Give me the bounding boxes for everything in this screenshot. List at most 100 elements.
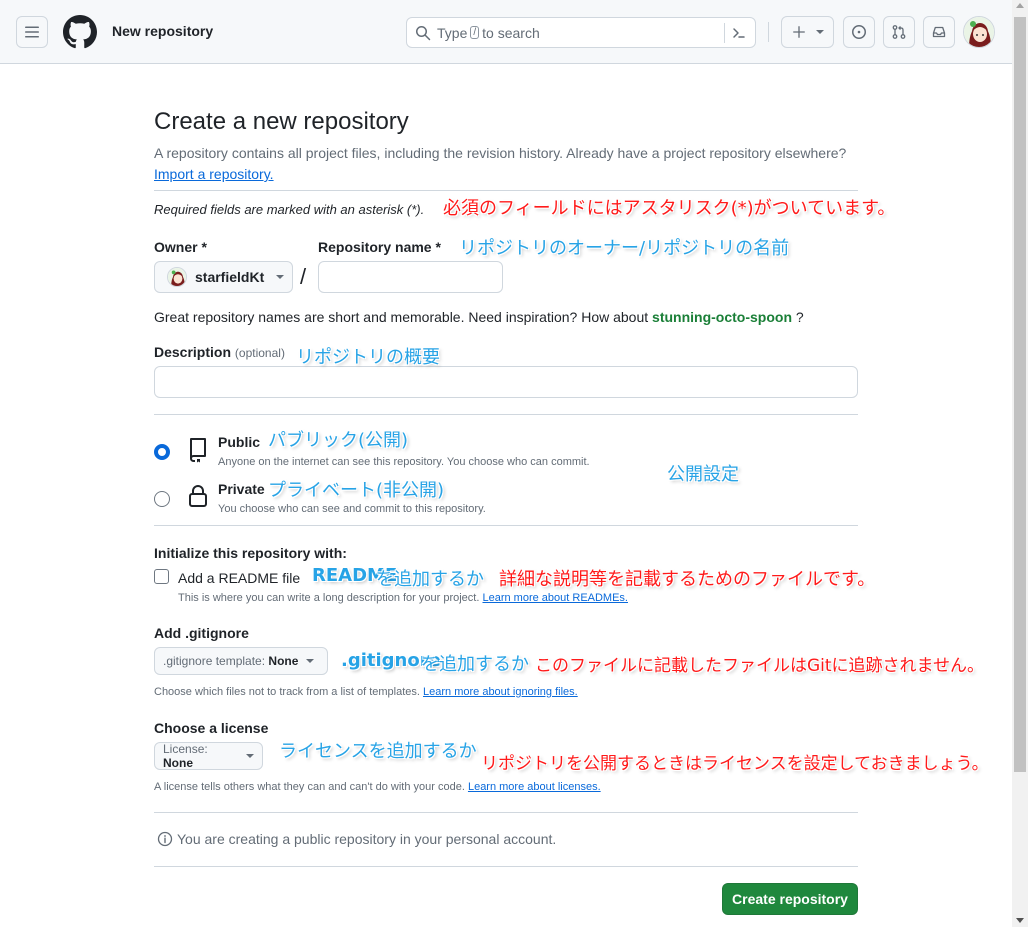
owner-avatar [167,267,187,287]
owner-value: starfieldKt [195,269,265,285]
page-subtitle: A repository contains all project files,… [154,143,874,185]
license-select[interactable]: License: None [154,742,263,770]
annotation-license-note: リポジトリを公開するときはライセンスを設定しておきましょう。 [481,754,989,774]
readme-hint: This is where you can write a long descr… [178,592,628,604]
license-description: A license tells others what they can and… [154,781,465,793]
annotation-required: 必須のフィールドにはアスタリスク(*)がついています。 [443,198,896,219]
create-new-button[interactable] [781,16,834,48]
page-title: Create a new repository [154,108,409,135]
gitignore-select-label: .gitignore template: None [163,654,298,668]
readme-learn-more-link[interactable]: Learn more about READMEs. [482,592,628,604]
annotation-public: パブリック(公開) [268,430,409,451]
repo-icon [190,438,206,463]
plus-icon [792,26,805,38]
search-input[interactable]: Type / to search [406,17,756,48]
search-placeholder-suffix: to search [482,24,540,41]
issues-button[interactable] [843,16,875,48]
info-text: You are creating a public repository in … [177,831,557,847]
license-learn-more-link[interactable]: Learn more about licenses. [468,781,601,793]
hamburger-icon [25,26,39,38]
issue-opened-icon [852,25,866,39]
divider [154,866,858,867]
owner-select[interactable]: starfieldKt [154,261,293,293]
header-separator [768,22,769,42]
description-input[interactable] [154,366,858,398]
owner-repo-separator: / [300,264,307,289]
subtitle-text: A repository contains all project files,… [154,145,847,161]
repo-name-label: Repository name * [318,239,441,255]
inbox-icon [932,26,946,38]
name-hint: Great repository names are short and mem… [154,309,804,325]
chevron-down-icon [306,659,315,663]
chevron-down-icon [815,30,824,34]
repository-name-input[interactable] [318,261,503,293]
scroll-up-icon[interactable] [1016,3,1024,8]
annotation-readme-note: 詳細な説明等を記載するためのファイルです。 [499,569,876,590]
gitignore-hint: Choose which files not to track from a l… [154,686,578,698]
annotation-description: リポジトリの概要 [296,347,440,368]
name-suggestion-button[interactable]: stunning-octo-spoon [652,309,792,325]
gitignore-heading: Add .gitignore [154,625,249,641]
github-logo-icon[interactable] [63,15,97,49]
gitignore-learn-more-link[interactable]: Learn more about ignoring files. [423,686,578,698]
divider [154,414,858,415]
annotation-readme-add: を追加するか [376,569,484,590]
optional-tag: (optional) [234,346,285,360]
user-avatar[interactable] [963,16,995,48]
scrollbar-thumb[interactable] [1014,17,1026,772]
info-message: You are creating a public repository in … [157,831,556,847]
readme-checkbox[interactable] [154,569,169,584]
license-hint: A license tells others what they can and… [154,781,601,793]
owner-label: Owner * [154,239,207,255]
global-header: New repository Type / to search [0,0,1012,64]
annotation-license-add: ライセンスを追加するか [279,741,477,762]
public-radio[interactable] [154,444,170,460]
chevron-down-icon [276,275,285,279]
public-description: Anyone on the internet can see this repo… [218,456,590,468]
search-placeholder-prefix: Type [437,24,468,41]
divider [154,190,858,191]
annotation-owner-repo: リポジトリのオーナー/リポジトリの名前 [459,238,790,259]
info-icon [157,831,173,847]
page-scrollbar[interactable] [1012,0,1028,927]
annotation-gitignore-note: このファイルに記載したファイルはGitに追跡されません。 [535,656,985,676]
required-note: Required fields are marked with an aster… [154,202,425,217]
annotation-visibility: 公開設定 [667,464,739,485]
readme-description: This is where you can write a long descr… [178,592,480,604]
divider [154,812,858,813]
menu-button[interactable] [16,16,48,48]
scroll-down-icon[interactable] [1016,918,1024,923]
gitignore-description: Choose which files not to track from a l… [154,686,420,698]
create-repository-button[interactable]: Create repository [722,883,858,915]
public-title: Public [218,434,261,450]
context-title[interactable]: New repository [112,23,213,39]
search-shortcut-key: / [470,26,480,39]
chevron-down-icon [246,754,254,758]
search-divider [724,23,725,43]
git-pull-request-icon [892,25,906,39]
inbox-button[interactable] [923,16,955,48]
search-icon [415,25,431,41]
private-radio[interactable] [154,491,170,507]
annotation-gitignore-add: を追加するか [421,654,529,675]
private-description: You choose who can see and commit to thi… [218,503,486,515]
readme-label[interactable]: Add a README file [178,570,300,586]
license-select-prefix: License: [163,742,208,756]
gitignore-select-prefix: .gitignore template: [163,654,266,668]
import-repository-link[interactable]: Import a repository. [154,166,274,182]
license-heading: Choose a license [154,720,269,736]
name-hint-text: Great repository names are short and mem… [154,309,649,325]
gitignore-template-select[interactable]: .gitignore template: None [154,647,328,675]
divider [154,525,858,526]
command-palette-icon[interactable] [731,25,747,41]
lock-icon [189,485,207,507]
description-label-text: Description [154,344,232,360]
private-title: Private [218,481,265,497]
license-select-value: None [163,756,193,770]
gitignore-select-value: None [268,654,299,668]
license-select-label: License: None [163,742,238,770]
pull-requests-button[interactable] [883,16,915,48]
init-heading: Initialize this repository with: [154,545,347,561]
name-hint-suffix: ? [795,309,804,325]
description-label: Description (optional) [154,344,285,360]
